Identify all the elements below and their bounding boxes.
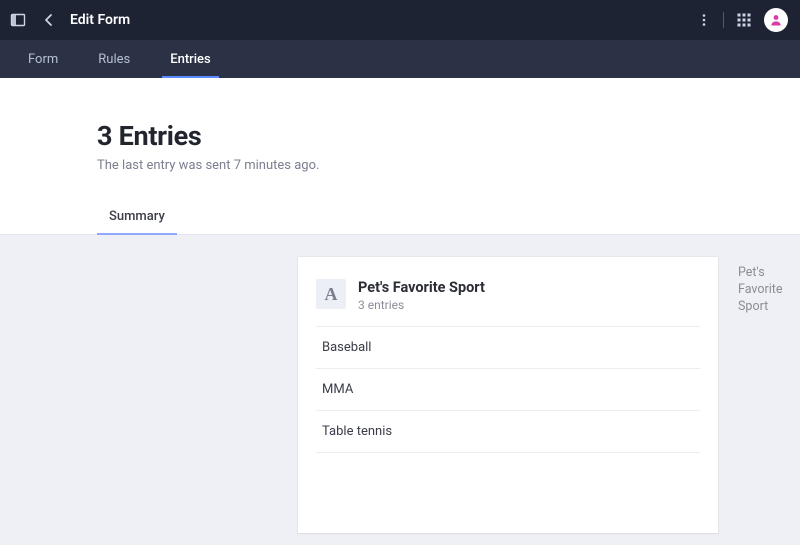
top-bar-right — [697, 8, 788, 32]
user-avatar[interactable] — [764, 8, 788, 32]
field-anchor-link[interactable]: Pet's Favorite Sport — [738, 257, 794, 316]
card-subtitle: 3 entries — [358, 298, 485, 312]
field-type-badge: A — [316, 279, 346, 309]
apps-grid-icon[interactable] — [736, 12, 752, 28]
card-header: A Pet's Favorite Sport 3 entries — [316, 279, 700, 326]
nav-label: Entries — [170, 52, 210, 67]
entry-row: MMA — [316, 368, 700, 410]
topbar-divider — [723, 12, 724, 28]
panel-toggle-icon[interactable] — [10, 12, 26, 28]
more-vertical-icon[interactable] — [697, 13, 711, 27]
entries-heading: 3 Entries — [97, 120, 800, 152]
subtabs: Summary — [0, 209, 800, 234]
nav-label: Form — [28, 52, 58, 67]
page-title: Edit Form — [70, 12, 130, 28]
content-area: A Pet's Favorite Sport 3 entries Basebal… — [0, 235, 800, 533]
field-summary-card: A Pet's Favorite Sport 3 entries Basebal… — [298, 257, 718, 533]
entry-row: Table tennis — [316, 410, 700, 453]
entries-subtitle: The last entry was sent 7 minutes ago. — [97, 158, 800, 173]
back-icon[interactable] — [42, 13, 56, 27]
subtab-label: Summary — [109, 209, 165, 224]
header-area: 3 Entries The last entry was sent 7 minu… — [0, 78, 800, 235]
nav-item-rules[interactable]: Rules — [90, 40, 138, 78]
subtab-summary[interactable]: Summary — [97, 209, 177, 234]
nav-bar: Form Rules Entries — [0, 40, 800, 78]
card-title: Pet's Favorite Sport — [358, 279, 485, 296]
nav-label: Rules — [98, 52, 130, 67]
top-bar-left: Edit Form — [10, 12, 130, 28]
entry-row: Baseball — [316, 326, 700, 368]
nav-item-form[interactable]: Form — [20, 40, 66, 78]
nav-item-entries[interactable]: Entries — [162, 40, 218, 78]
top-bar: Edit Form — [0, 0, 800, 40]
